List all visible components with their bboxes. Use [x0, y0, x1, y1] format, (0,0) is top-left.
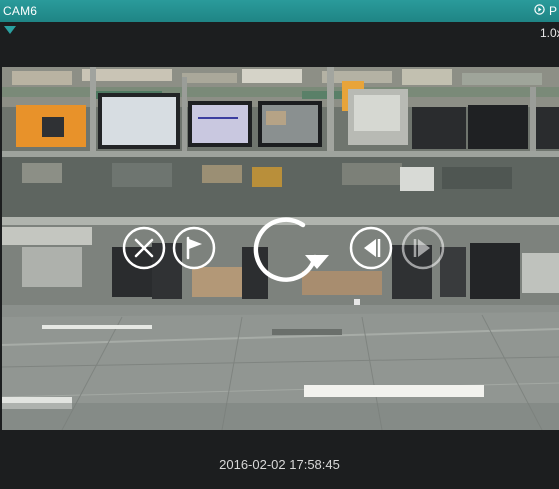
step-back-button[interactable]: [348, 225, 394, 271]
close-icon: [122, 226, 166, 270]
video-feed[interactable]: [2, 67, 559, 430]
step-back-icon: [349, 226, 393, 270]
rotate-icon: [253, 217, 329, 282]
play-mode-label[interactable]: P: [549, 4, 557, 18]
camera-header-bar: CAM6 P: [0, 0, 559, 22]
dropdown-arrow-icon[interactable]: [3, 22, 17, 34]
close-button[interactable]: [121, 225, 167, 271]
step-forward-icon: [401, 226, 445, 270]
flag-icon: [172, 226, 216, 270]
bookmark-button[interactable]: [171, 225, 217, 271]
playback-speed: 1.0x: [540, 26, 559, 40]
recording-timestamp: 2016-02-02 17:58:45: [219, 457, 340, 472]
step-forward-button[interactable]: [400, 225, 446, 271]
camera-viewer: CAM6 P 1.0x: [0, 0, 559, 489]
camera-title: CAM6: [3, 4, 38, 18]
rotate-button[interactable]: [245, 205, 335, 295]
play-circle-icon[interactable]: [534, 4, 545, 15]
